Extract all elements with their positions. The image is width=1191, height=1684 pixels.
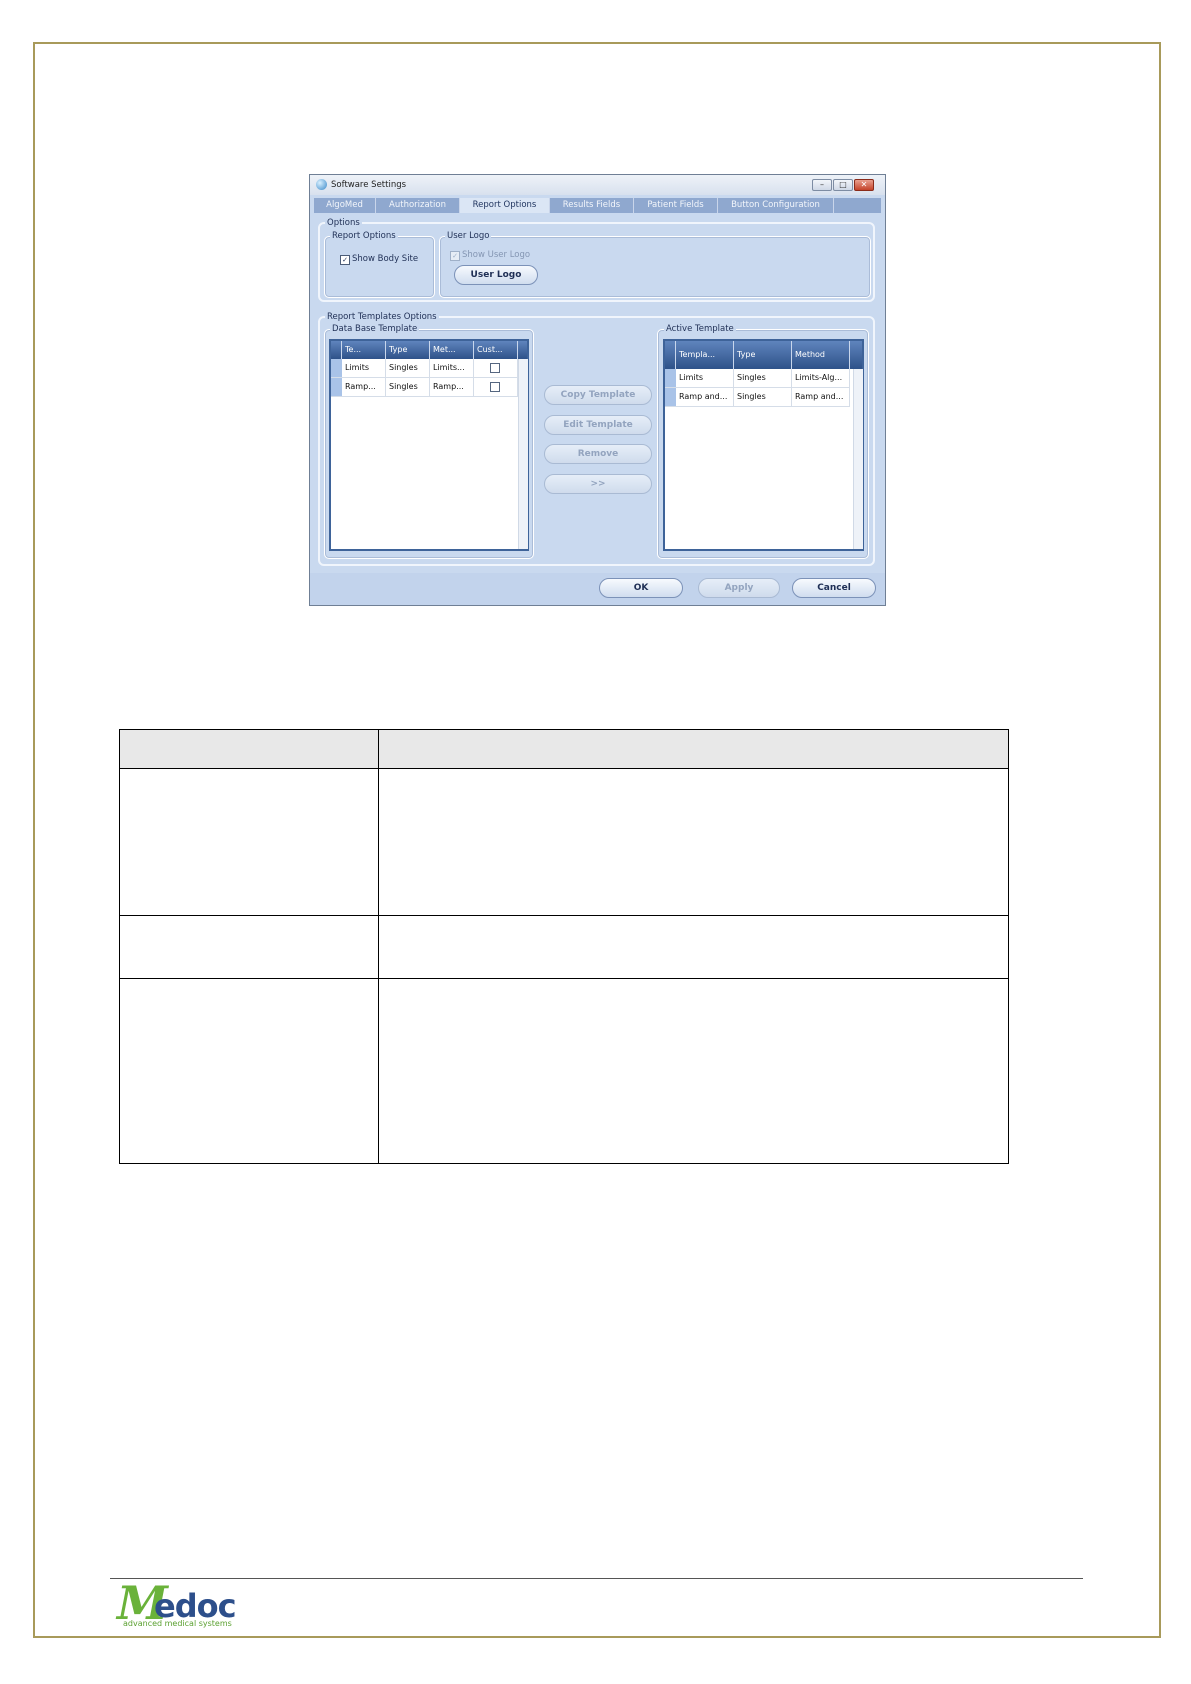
tab-authorization[interactable]: Authorization (376, 198, 460, 213)
edit-template-button[interactable]: Edit Template (544, 415, 652, 435)
report-options-label: Report Options (330, 231, 398, 241)
user-logo-button[interactable]: User Logo (454, 265, 538, 285)
row-header-cell (331, 341, 342, 359)
add-to-active-button[interactable]: >> (544, 474, 652, 494)
title-bar: Software Settings – □ ✕ (310, 175, 885, 195)
description-table (119, 729, 1009, 1164)
column-header-template[interactable]: Te... (342, 341, 386, 359)
table-row[interactable]: Limits Singles Limits-Alg... (665, 369, 850, 388)
app-icon (316, 179, 327, 190)
custom-checkbox[interactable] (490, 382, 500, 392)
minimize-icon[interactable]: – (812, 179, 832, 191)
close-icon[interactable]: ✕ (854, 179, 874, 191)
column-header-method[interactable]: Met... (430, 341, 474, 359)
software-settings-dialog: Software Settings – □ ✕ AlgoMed Authoriz… (309, 174, 886, 606)
row-selector[interactable] (665, 369, 676, 387)
report-options-group (324, 236, 435, 298)
cell-template: Limits (342, 359, 386, 377)
row-selector[interactable] (331, 378, 342, 396)
cell-type: Singles (734, 369, 792, 387)
tab-report-options[interactable]: Report Options (460, 198, 550, 213)
active-template-grid: Templa... Type Method Limits Singles Lim… (663, 339, 864, 551)
cell-template: Ramp... (342, 378, 386, 396)
apply-button[interactable]: Apply (698, 578, 780, 598)
custom-checkbox[interactable] (490, 363, 500, 373)
row-selector[interactable] (331, 359, 342, 377)
medoc-logo: M edoc advanced medical systems (117, 1580, 237, 1628)
tab-algomed[interactable]: AlgoMed (314, 198, 376, 213)
cell-method: Ramp... (430, 378, 474, 396)
footer-rule (110, 1578, 1083, 1579)
cell-type: Singles (734, 388, 792, 406)
cancel-button[interactable]: Cancel (792, 578, 876, 598)
table-row-divider (120, 978, 1008, 979)
database-template-label: Data Base Template (330, 324, 420, 334)
cell-method: Ramp and... (792, 388, 850, 406)
user-logo-group-label: User Logo (445, 231, 492, 241)
column-header-custom[interactable]: Cust... (474, 341, 518, 359)
table-row[interactable]: Limits Singles Limits... (331, 359, 518, 378)
show-user-logo-checkbox[interactable]: ✓ (450, 251, 460, 261)
options-group-label: Options (325, 218, 362, 228)
remove-button[interactable]: Remove (544, 444, 652, 464)
database-template-grid: Te... Type Met... Cust... Limits Singles… (329, 339, 529, 551)
tab-results-fields[interactable]: Results Fields (550, 198, 634, 213)
table-row-divider (120, 915, 1008, 916)
cell-custom (474, 378, 518, 396)
report-templates-label: Report Templates Options (325, 312, 439, 322)
cell-custom (474, 359, 518, 377)
active-grid-header: Templa... Type Method (665, 341, 862, 369)
window-title: Software Settings (331, 180, 407, 190)
logo-tagline: advanced medical systems (123, 1619, 232, 1628)
column-header-method[interactable]: Method (792, 341, 850, 369)
table-header-row (120, 730, 1008, 769)
row-selector[interactable] (665, 388, 676, 406)
ok-button[interactable]: OK (599, 578, 683, 598)
column-header-template[interactable]: Templa... (676, 341, 734, 369)
cell-type: Singles (386, 378, 430, 396)
show-user-logo-label: Show User Logo (462, 250, 531, 260)
maximize-icon[interactable]: □ (833, 179, 853, 191)
table-column-divider (378, 730, 379, 1163)
cell-template: Limits (676, 369, 734, 387)
database-grid-header: Te... Type Met... Cust... (331, 341, 527, 359)
cell-method: Limits... (430, 359, 474, 377)
cell-method: Limits-Alg... (792, 369, 850, 387)
show-body-site-label: Show Body Site (352, 254, 419, 264)
row-header-cell (665, 341, 676, 369)
column-header-type[interactable]: Type (386, 341, 430, 359)
cell-template: Ramp and... (676, 388, 734, 406)
show-body-site-checkbox[interactable]: ✓ (340, 255, 350, 265)
active-template-label: Active Template (664, 324, 736, 334)
tab-button-configuration[interactable]: Button Configuration (718, 198, 834, 213)
vertical-scrollbar[interactable] (518, 359, 528, 549)
table-row[interactable]: Ramp and... Singles Ramp and... (665, 388, 850, 407)
cell-type: Singles (386, 359, 430, 377)
logo-wordmark: edoc (154, 1587, 237, 1625)
settings-tabs: AlgoMed Authorization Report Options Res… (314, 198, 881, 213)
table-row[interactable]: Ramp... Singles Ramp... (331, 378, 518, 397)
copy-template-button[interactable]: Copy Template (544, 385, 652, 405)
tab-patient-fields[interactable]: Patient Fields (634, 198, 718, 213)
column-header-type[interactable]: Type (734, 341, 792, 369)
vertical-scrollbar[interactable] (853, 369, 863, 549)
